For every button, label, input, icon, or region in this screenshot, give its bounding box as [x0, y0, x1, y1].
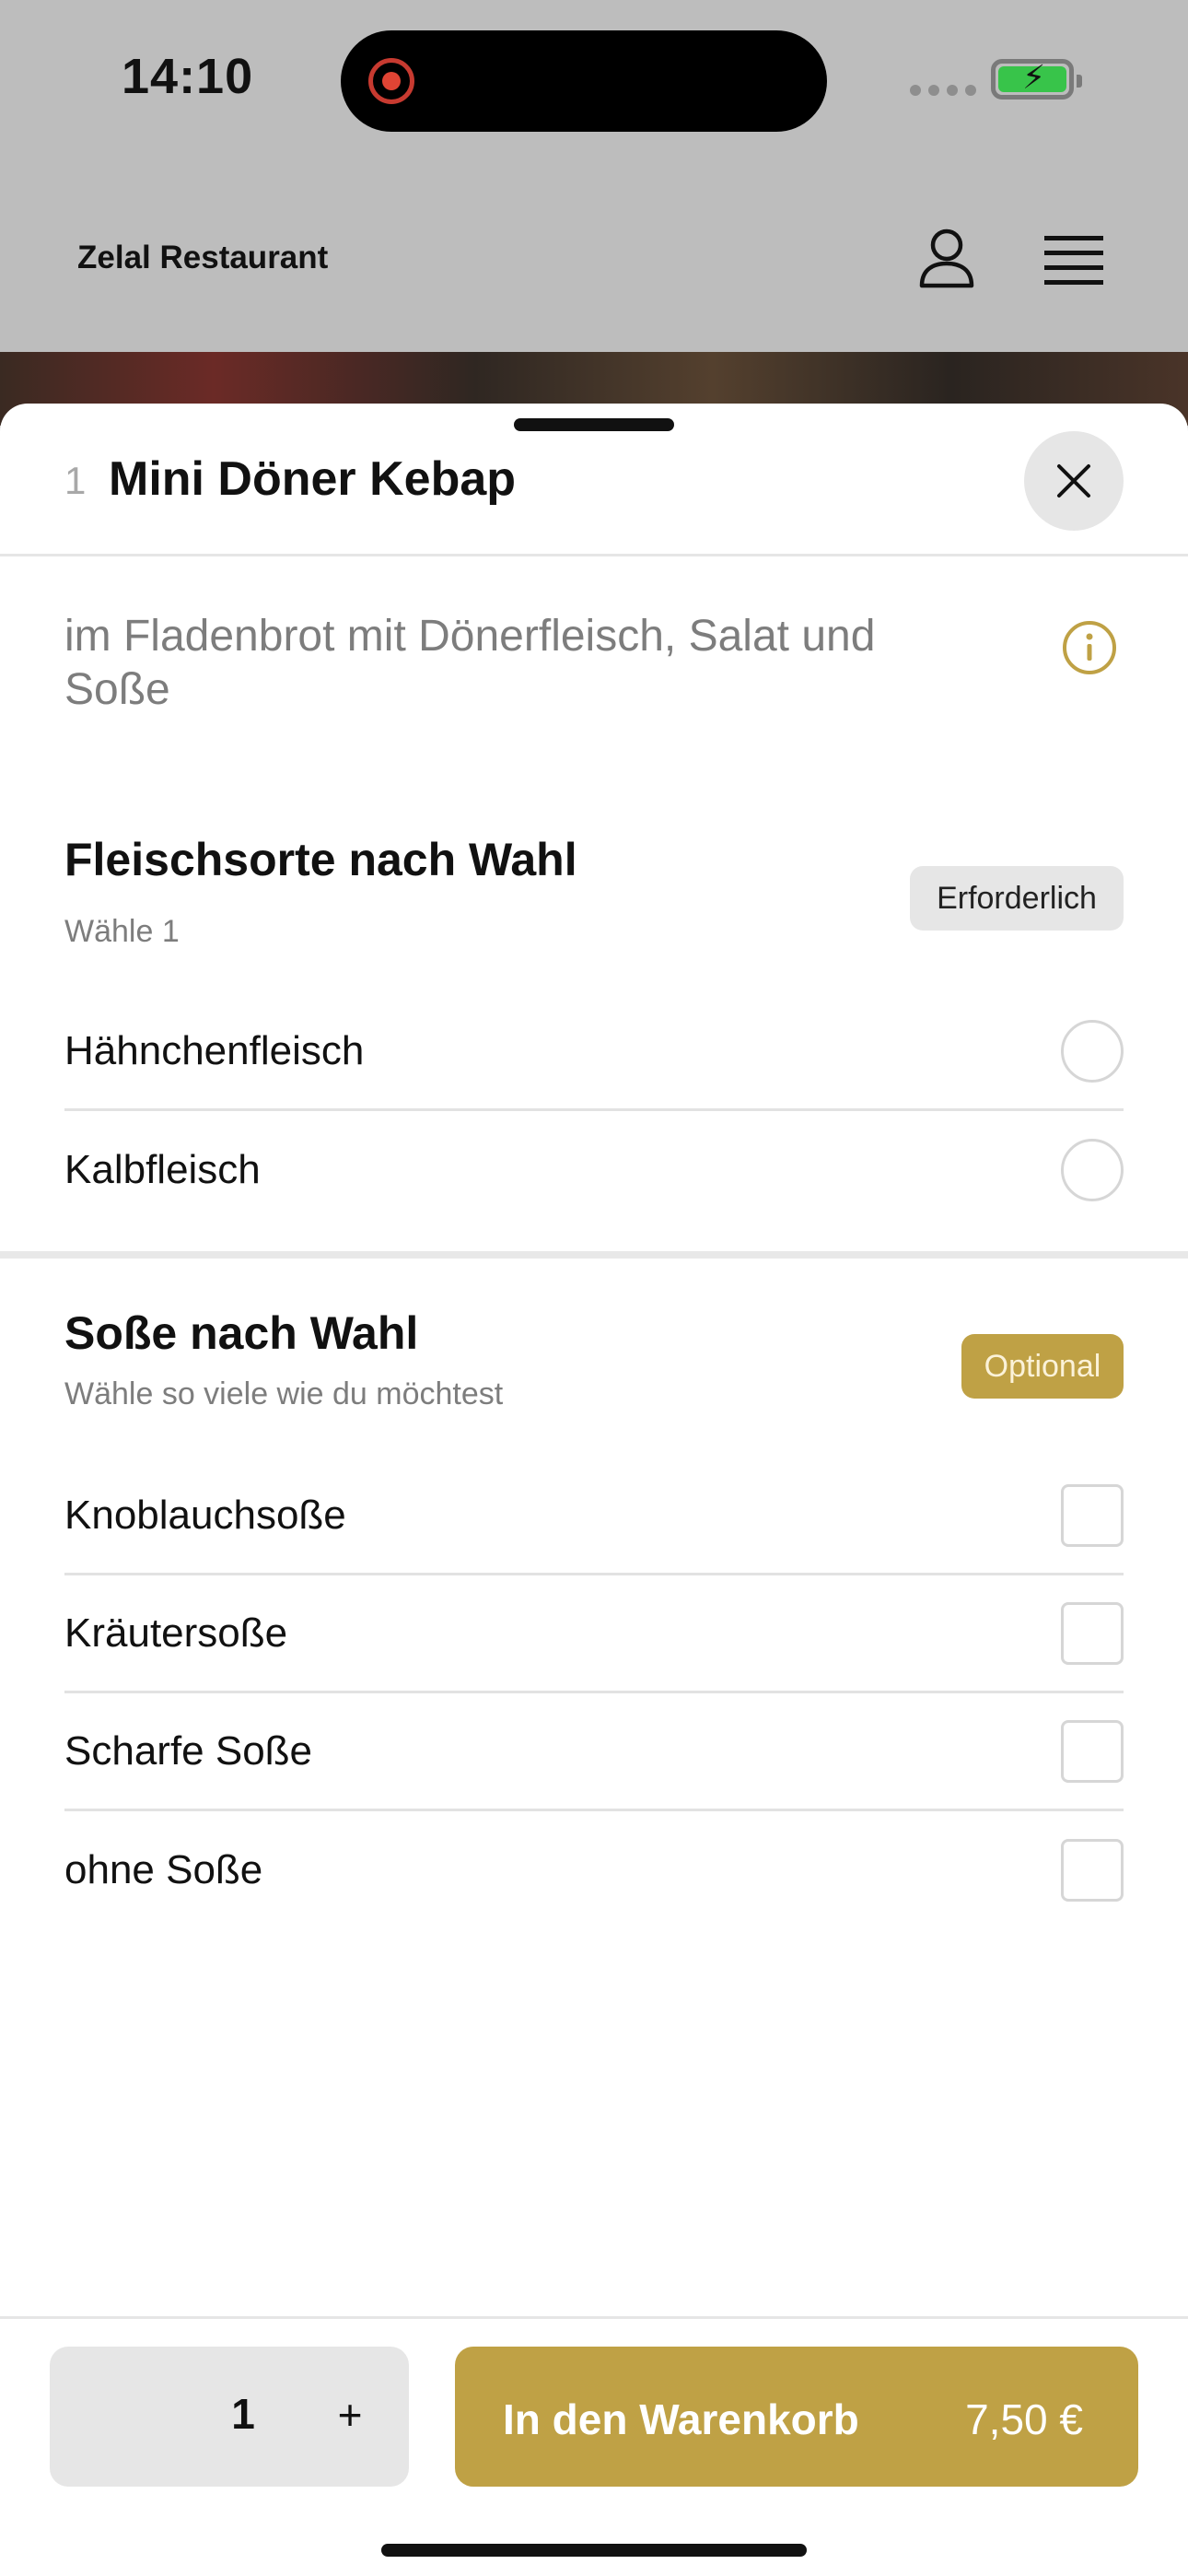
add-to-cart-button[interactable]: In den Warenkorb 7,50 €: [455, 2347, 1138, 2487]
optional-badge: Optional: [961, 1334, 1124, 1399]
checkbox[interactable]: [1061, 1601, 1124, 1665]
item-index: 1: [64, 459, 87, 502]
item-description: im Fladenbrot mit Dönerfleisch, Salat un…: [64, 612, 876, 714]
option-row-kraeuter[interactable]: Kräutersoße: [64, 1575, 1124, 1693]
status-bar: 14:10 ⚡: [0, 0, 1188, 166]
group-title-sauce: Soße nach Wahl: [64, 1307, 419, 1359]
section-divider: [0, 1251, 1188, 1259]
group-subtitle-sauce: Wähle so viele wie du möchtest: [64, 1376, 504, 1411]
radio-button[interactable]: [1061, 1019, 1124, 1083]
close-icon: [1057, 464, 1090, 498]
home-indicator[interactable]: [381, 2544, 807, 2557]
group-title-meat: Fleischsorte nach Wahl: [64, 834, 577, 885]
quantity-value: 1: [231, 2390, 255, 2438]
sheet-header: 1 Mini Döner Kebap: [0, 404, 1188, 556]
app-header: Zelal Restaurant: [0, 166, 1188, 350]
add-to-cart-label: In den Warenkorb: [503, 2395, 859, 2443]
checkbox[interactable]: [1061, 1839, 1124, 1902]
option-label: Scharfe Soße: [64, 1727, 313, 1774]
hamburger-menu-icon[interactable]: [1044, 234, 1103, 286]
option-label: Kalbfleisch: [64, 1147, 261, 1192]
option-label: Kräutersoße: [64, 1610, 288, 1656]
option-row-kalb[interactable]: Kalbfleisch: [64, 1111, 1124, 1229]
option-row-knoblauch[interactable]: Knoblauchsoße: [64, 1458, 1124, 1575]
status-time: 14:10: [122, 49, 254, 104]
required-badge: Erforderlich: [910, 866, 1124, 931]
option-row-ohne[interactable]: ohne Soße: [64, 1811, 1124, 1929]
option-row-haehnchen[interactable]: Hähnchenfleisch: [64, 993, 1124, 1111]
battery-icon: ⚡: [991, 59, 1082, 100]
option-label: ohne Soße: [64, 1847, 263, 1892]
item-detail-sheet: 1 Mini Döner Kebap im Fladenbrot mit Dön…: [0, 404, 1188, 2576]
checkbox[interactable]: [1061, 1719, 1124, 1783]
radio-button[interactable]: [1061, 1139, 1124, 1201]
option-row-scharf[interactable]: Scharfe Soße: [64, 1693, 1124, 1811]
dynamic-island: [341, 30, 827, 132]
group-subtitle-meat: Wähle 1: [64, 914, 180, 949]
signal-icon: [910, 85, 976, 96]
record-icon: [368, 58, 414, 104]
info-icon[interactable]: [1061, 619, 1118, 676]
quantity-plus-button[interactable]: +: [322, 2387, 378, 2442]
bottom-action-bar: 1 + In den Warenkorb 7,50 €: [0, 2316, 1188, 2576]
restaurant-name[interactable]: Zelal Restaurant: [77, 240, 328, 276]
item-title: Mini Döner Kebap: [109, 452, 517, 506]
profile-icon[interactable]: [917, 227, 976, 291]
checkbox[interactable]: [1061, 1483, 1124, 1547]
price-label: 7,50 €: [965, 2395, 1083, 2443]
quantity-stepper: 1 +: [50, 2347, 409, 2487]
option-label: Hähnchenfleisch: [64, 1027, 365, 1073]
close-button[interactable]: [1024, 431, 1124, 531]
option-label: Knoblauchsoße: [64, 1492, 346, 1538]
